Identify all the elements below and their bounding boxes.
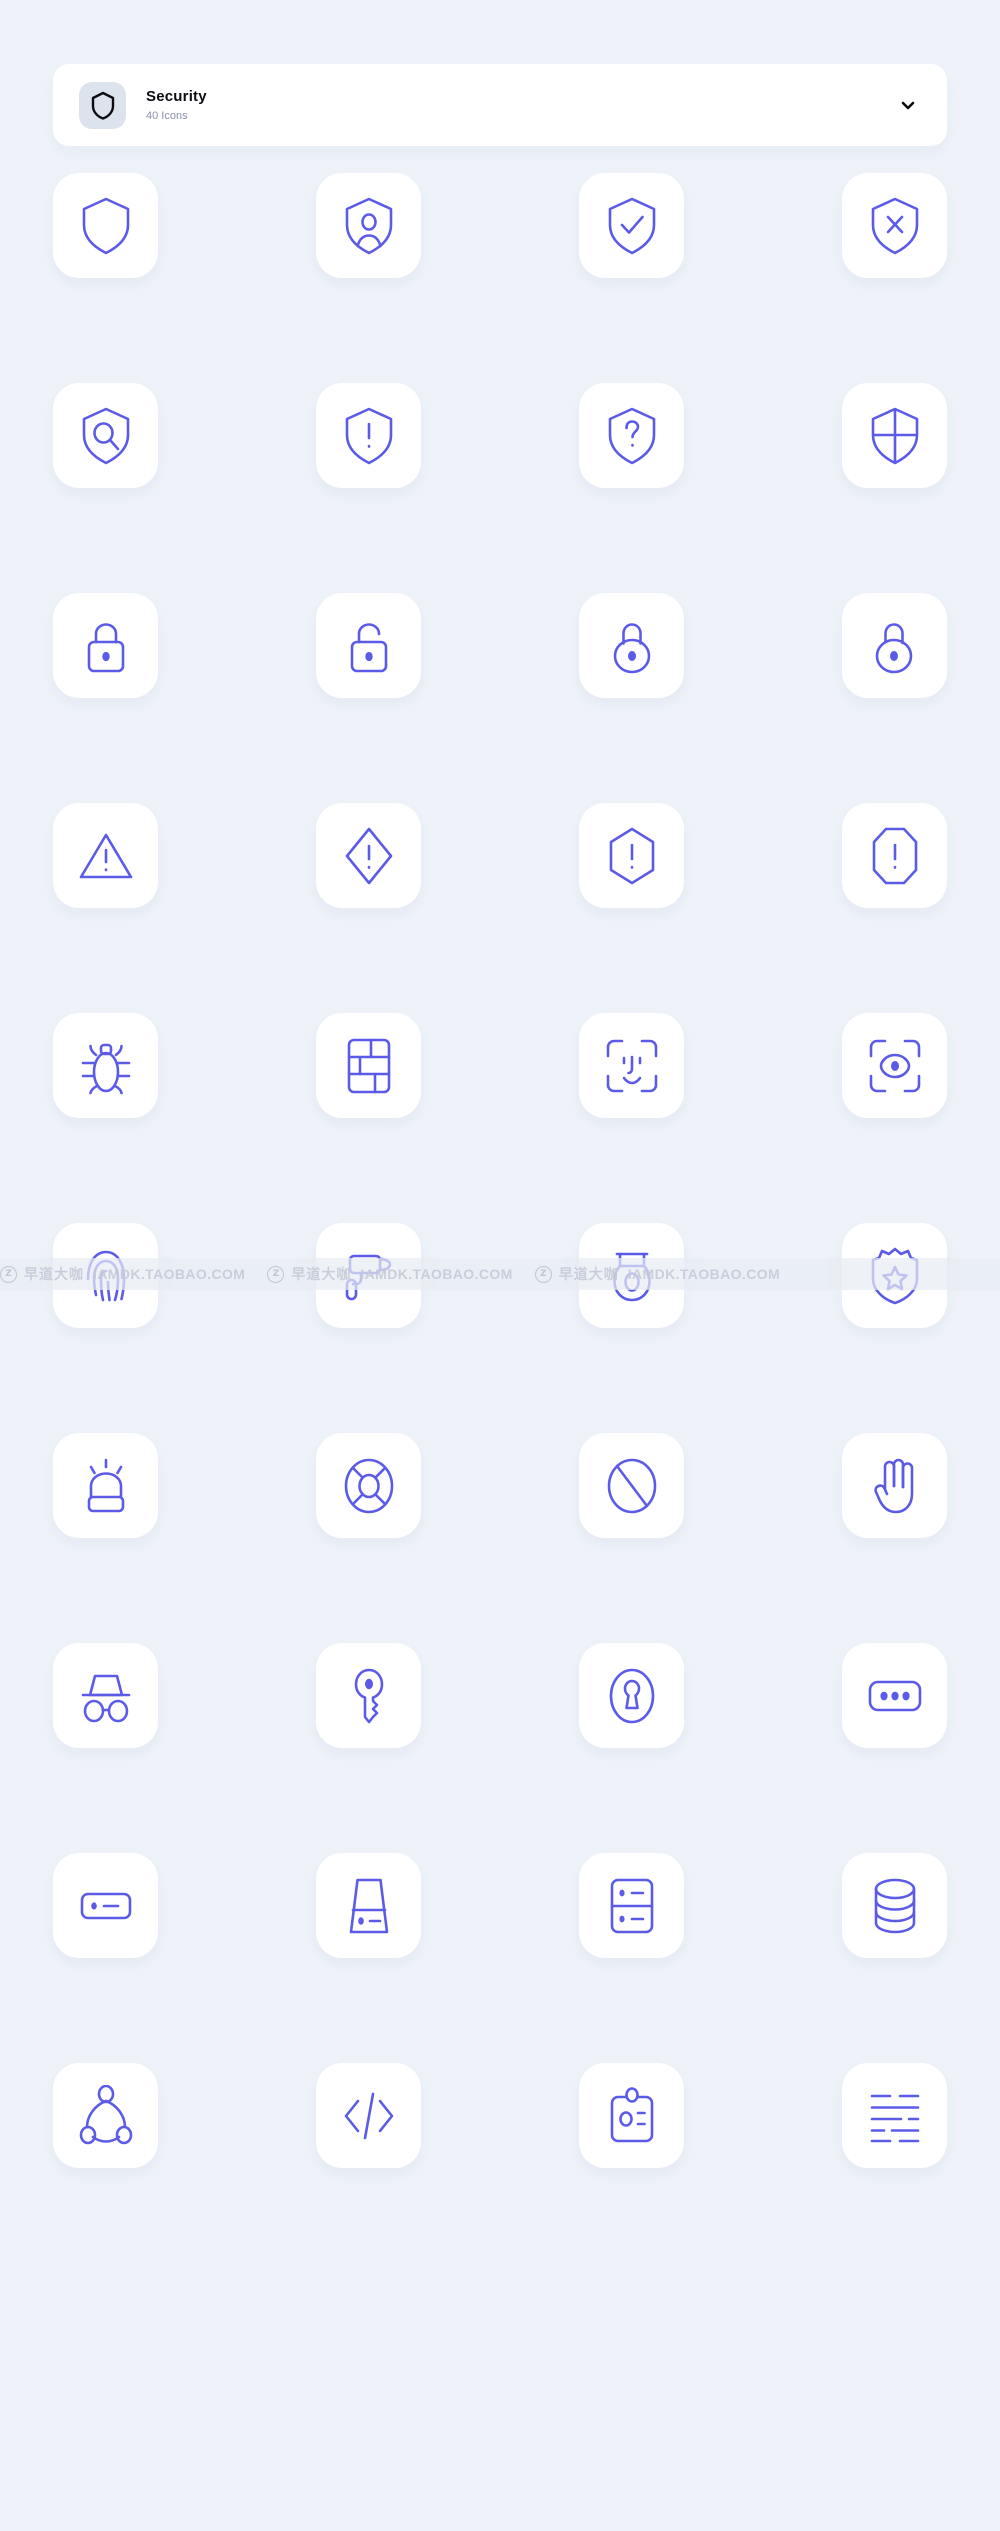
octagon-alert-icon — [872, 827, 917, 884]
face-id-icon — [606, 1039, 657, 1092]
icon-cell-hexagon-alert[interactable] — [579, 803, 684, 908]
log-lines-icon — [870, 2094, 919, 2142]
lock-closed-icon — [87, 622, 124, 672]
eye-scan-icon — [869, 1039, 920, 1092]
icon-cell-firewall[interactable] — [316, 1013, 421, 1118]
siren-icon — [87, 1458, 124, 1512]
incognito-icon — [81, 1674, 130, 1722]
shield-check-icon — [608, 197, 655, 254]
password-dots-icon — [868, 1680, 921, 1711]
icon-cell-tower-server[interactable] — [316, 1853, 421, 1958]
icon-cell-id-card[interactable] — [579, 2063, 684, 2168]
key-icon — [354, 1668, 383, 1723]
icon-cell-keyhole[interactable] — [579, 1643, 684, 1748]
firewall-icon — [347, 1038, 390, 1093]
network-nodes-icon — [79, 2084, 132, 2144]
icon-count-label: 40 Icons — [146, 110, 188, 123]
triangle-alert-icon — [79, 833, 132, 878]
shield-cross-icon — [871, 407, 918, 464]
cctv-camera-icon — [345, 1254, 391, 1300]
icon-cell-siren[interactable] — [53, 1433, 158, 1538]
icon-cell-padlock-round[interactable] — [579, 593, 684, 698]
padlock-round-open-icon — [875, 622, 912, 673]
lock-open-icon — [350, 622, 387, 672]
icon-cell-shield-cross[interactable] — [842, 383, 947, 488]
shield-question-icon — [608, 407, 655, 464]
icon-cell-database[interactable] — [842, 1853, 947, 1958]
chevron-down-icon[interactable] — [895, 92, 921, 118]
icon-cell-eye-scan[interactable] — [842, 1013, 947, 1118]
icon-cell-diamond-alert[interactable] — [316, 803, 421, 908]
icon-cell-bug[interactable] — [53, 1013, 158, 1118]
page-title: Security — [146, 87, 207, 105]
diamond-alert-icon — [345, 827, 392, 884]
icon-cell-shield[interactable] — [53, 173, 158, 278]
icon-cell-shield-search[interactable] — [53, 383, 158, 488]
padlock-round-icon — [613, 622, 650, 673]
shield-icon — [79, 81, 126, 129]
icon-cell-fingerprint[interactable] — [53, 1223, 158, 1328]
database-icon — [874, 1878, 915, 1933]
icon-cell-police-badge[interactable] — [842, 1223, 947, 1328]
category-header-card[interactable]: Security 40 Icons — [53, 64, 947, 146]
icon-cell-lifebuoy[interactable] — [316, 1433, 421, 1538]
icon-cell-octagon-alert[interactable] — [842, 803, 947, 908]
icon-cell-ban[interactable] — [579, 1433, 684, 1538]
icon-cell-dome-camera[interactable] — [579, 1223, 684, 1328]
icon-cell-code[interactable] — [316, 2063, 421, 2168]
icon-cell-shield-check[interactable] — [579, 173, 684, 278]
keyhole-icon — [609, 1668, 654, 1723]
tower-server-icon — [349, 1878, 388, 1933]
icon-cell-shield-user[interactable] — [316, 173, 421, 278]
icon-cell-server-rack[interactable] — [579, 1853, 684, 1958]
icon-cell-password-dots[interactable] — [842, 1643, 947, 1748]
icon-grid — [53, 173, 947, 2168]
icon-cell-shield-alert[interactable] — [316, 383, 421, 488]
icon-cell-key[interactable] — [316, 1643, 421, 1748]
police-badge-icon — [871, 1247, 918, 1304]
server-icon — [80, 1892, 131, 1919]
shield-user-icon — [345, 197, 392, 254]
icon-set-page: Security 40 Icons Z 早道大咖 IAMDK.TAOBAO.CO… — [0, 0, 1000, 2531]
icon-cell-triangle-alert[interactable] — [53, 803, 158, 908]
shield-x-icon — [871, 197, 918, 254]
ban-icon — [607, 1458, 656, 1513]
id-card-icon — [610, 2086, 653, 2142]
icon-cell-lock-open[interactable] — [316, 593, 421, 698]
shield-icon — [82, 197, 129, 254]
dome-camera-icon — [612, 1252, 651, 1301]
stop-hand-icon — [873, 1458, 913, 1513]
category-header-text: Security 40 Icons — [146, 87, 207, 124]
icon-cell-server[interactable] — [53, 1853, 158, 1958]
icon-cell-stop-hand[interactable] — [842, 1433, 947, 1538]
icon-cell-network-nodes[interactable] — [53, 2063, 158, 2168]
icon-cell-shield-x[interactable] — [842, 173, 947, 278]
watermark-badge-icon: Z — [0, 1265, 17, 1283]
lifebuoy-icon — [344, 1458, 393, 1513]
icon-cell-face-id[interactable] — [579, 1013, 684, 1118]
shield-search-icon — [82, 407, 129, 464]
code-icon — [344, 2092, 393, 2139]
server-rack-icon — [610, 1878, 653, 1933]
icon-cell-lock-closed[interactable] — [53, 593, 158, 698]
icon-cell-log-lines[interactable] — [842, 2063, 947, 2168]
icon-cell-shield-question[interactable] — [579, 383, 684, 488]
bug-icon — [81, 1043, 130, 1094]
icon-cell-cctv-camera[interactable] — [316, 1223, 421, 1328]
icon-cell-incognito[interactable] — [53, 1643, 158, 1748]
hexagon-alert-icon — [609, 827, 654, 884]
icon-cell-padlock-round-open[interactable] — [842, 593, 947, 698]
fingerprint-icon — [86, 1250, 125, 1301]
shield-alert-icon — [345, 407, 392, 464]
